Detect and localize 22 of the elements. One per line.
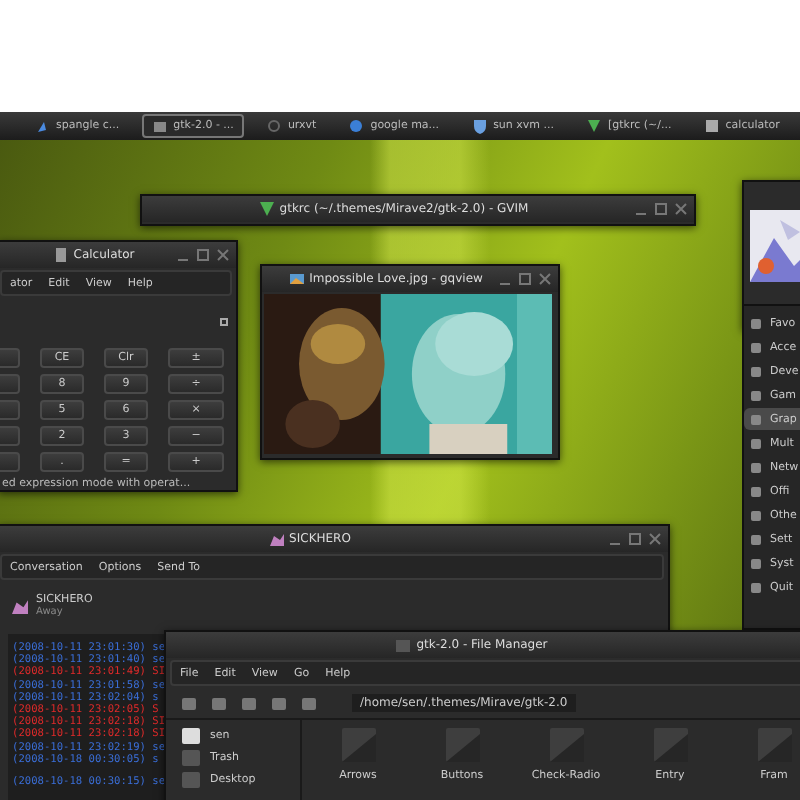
close-button[interactable] xyxy=(216,248,230,262)
calculator-icon xyxy=(53,248,68,262)
app-icon xyxy=(265,118,282,134)
maximize-button[interactable] xyxy=(196,248,210,262)
close-button[interactable] xyxy=(674,202,688,216)
app-icon xyxy=(586,118,603,134)
app-icon xyxy=(703,118,720,134)
maximize-button[interactable] xyxy=(628,532,642,546)
buddy-icon xyxy=(12,598,28,614)
close-button[interactable] xyxy=(648,532,662,546)
mode-icon xyxy=(220,317,228,325)
buddy-icon xyxy=(269,532,284,546)
image-icon xyxy=(289,272,304,286)
app-icon xyxy=(471,118,488,134)
app-icon xyxy=(348,118,365,134)
folder-icon xyxy=(396,638,411,652)
close-button[interactable] xyxy=(538,272,552,286)
maximize-button[interactable] xyxy=(518,272,532,286)
maximize-button[interactable] xyxy=(654,202,668,216)
vim-icon xyxy=(259,202,274,216)
app-icon xyxy=(34,118,50,134)
app-icon xyxy=(151,118,168,134)
